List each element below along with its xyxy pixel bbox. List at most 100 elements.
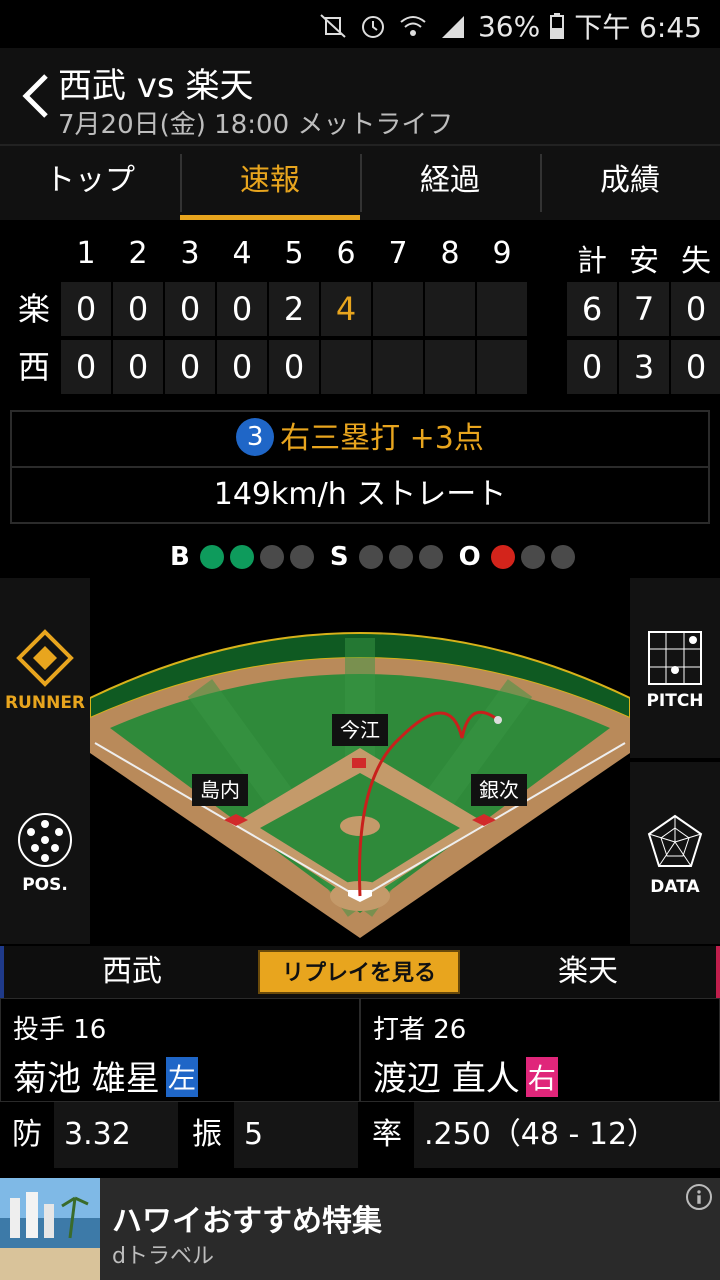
ad-banner[interactable]: ハワイおすすめ特集 dトラベル [0, 1178, 720, 1280]
batter-card[interactable]: 打者 26 渡辺 直人右 [360, 998, 720, 1102]
team-label-seibu: 西 [17, 348, 50, 386]
score-cell: 0 [269, 340, 319, 394]
home-team-label: 西武 [0, 946, 260, 998]
ad-sponsor: dトラベル [112, 1244, 214, 1269]
avg-value: .250（48 - 12） [424, 1117, 658, 1152]
left-panel: RUNNER POS. [0, 578, 90, 944]
ball-label: B [170, 542, 190, 572]
fielder-label-left: 島内 [192, 774, 248, 806]
tab-progress[interactable]: 経過 [360, 146, 540, 220]
alarm-icon [361, 16, 384, 38]
score-cell [425, 282, 475, 336]
ball-dot [199, 545, 224, 569]
runner-button[interactable]: RUNNER [0, 628, 90, 713]
batter-hand-badge: 右 [525, 1057, 558, 1097]
battery-icon [550, 13, 565, 39]
radar-chart-icon [647, 814, 703, 867]
inning-header: 1 [76, 236, 96, 271]
inning-header: 6 [336, 236, 356, 271]
score-cell: 0 [61, 282, 111, 336]
score-cell [373, 340, 423, 394]
inning-header: 3 [180, 236, 200, 271]
pitch-grid-icon [648, 631, 702, 685]
data-label: DATA [650, 877, 700, 897]
strike-dot [388, 545, 413, 569]
total-header: 失 [681, 244, 711, 279]
score-cell: 0 [217, 282, 267, 336]
tab-live[interactable]: 速報 [180, 146, 360, 220]
field-view: 今江 島内 銀次 RUNNER POS. PITCH DATA [0, 578, 720, 944]
score-cell: 0 [217, 340, 267, 394]
inning-header: 2 [128, 236, 148, 271]
pitch-button[interactable]: PITCH [630, 630, 720, 711]
ad-thumbnail [0, 1178, 100, 1280]
strike-label: S [329, 542, 349, 572]
score-cell [373, 282, 423, 336]
play-result-text: 右三塁打 +3点 [280, 421, 484, 456]
total-runs: 6 [567, 282, 617, 336]
back-chevron-icon[interactable] [20, 72, 52, 120]
out-label: O [458, 542, 481, 572]
pitcher-card[interactable]: 投手 16 菊池 雄星左 [0, 998, 360, 1102]
inning-header: 7 [388, 236, 408, 271]
batter-role: 打者 26 [373, 1015, 467, 1045]
game-title: 西武 vs 楽天 [58, 66, 254, 106]
score-cell [477, 340, 527, 394]
avg-label: 率 [372, 1117, 402, 1152]
pitch-panel: PITCH [630, 578, 720, 758]
out-dot [520, 545, 545, 569]
wifi-icon [400, 16, 426, 36]
data-panel: DATA [630, 762, 720, 944]
away-team-label: 楽天 [460, 946, 720, 998]
score-cell: 0 [113, 282, 163, 336]
tab-bar: トップ 速報 経過 成績 [0, 144, 720, 220]
out-dot [550, 545, 575, 569]
strikeout-label: 振 [192, 1117, 222, 1152]
pos-label: POS. [22, 875, 68, 895]
strikeout-value: 5 [244, 1117, 264, 1152]
out-dot [490, 545, 515, 569]
score-cell: 0 [165, 340, 215, 394]
data-button[interactable]: DATA [630, 812, 720, 897]
play-result-row: 3 右三塁打 +3点 [12, 412, 708, 468]
ball-dot [289, 545, 314, 569]
play-result-box: 3 右三塁打 +3点 149km/h ストレート [10, 410, 710, 524]
batter-name-row: 渡辺 直人右 [373, 1051, 558, 1100]
tab-stats[interactable]: 成績 [540, 146, 720, 220]
inning-header: 8 [440, 236, 460, 271]
pitcher-hand-badge: 左 [165, 1057, 198, 1097]
ad-info-icon[interactable] [686, 1184, 712, 1210]
fielder-label-right: 銀次 [471, 774, 527, 806]
score-cell: 0 [61, 340, 111, 394]
total-errors: 0 [671, 282, 720, 336]
replay-button[interactable]: リプレイを見る [258, 950, 460, 994]
ball-dot [229, 545, 254, 569]
play-number-badge: 3 [236, 418, 275, 456]
team-label-rakuten: 楽 [17, 290, 50, 328]
mute-vibrate-icon [320, 14, 346, 38]
score-cell: 0 [165, 282, 215, 336]
score-cell-current: 4 [321, 282, 371, 336]
battery-percent: 36% [477, 9, 541, 43]
scoreboard: 1 2 3 4 5 6 7 8 9 計 安 失 楽 0 0 0 0 2 4 6 … [0, 222, 720, 402]
pitcher-role: 投手 16 [13, 1015, 107, 1045]
position-button[interactable]: POS. [0, 810, 90, 895]
inning-header: 4 [232, 236, 252, 271]
ad-title: ハワイおすすめ特集 [112, 1204, 382, 1239]
score-cell [477, 282, 527, 336]
era-value: 3.32 [64, 1117, 131, 1152]
runner-label: RUNNER [4, 693, 86, 713]
game-subtitle: 7月20日(金) 18:00 メットライフ [58, 110, 454, 140]
pitcher-name: 菊池 雄星 [13, 1059, 160, 1099]
total-header: 計 [577, 244, 607, 279]
era-label: 防 [12, 1117, 42, 1152]
tab-top[interactable]: トップ [0, 146, 180, 220]
total-runs: 0 [567, 340, 617, 394]
pitch-label: PITCH [646, 691, 704, 711]
total-errors: 0 [671, 340, 720, 394]
strike-dot [358, 545, 383, 569]
matchup-panel: 投手 16 菊池 雄星左 打者 26 渡辺 直人右 [0, 998, 720, 1102]
clock: 下午 6:45 [574, 11, 702, 44]
strike-dot [418, 545, 443, 569]
player-stats: 防 3.32 振 5 率 .250（48 - 12） [0, 1102, 720, 1178]
